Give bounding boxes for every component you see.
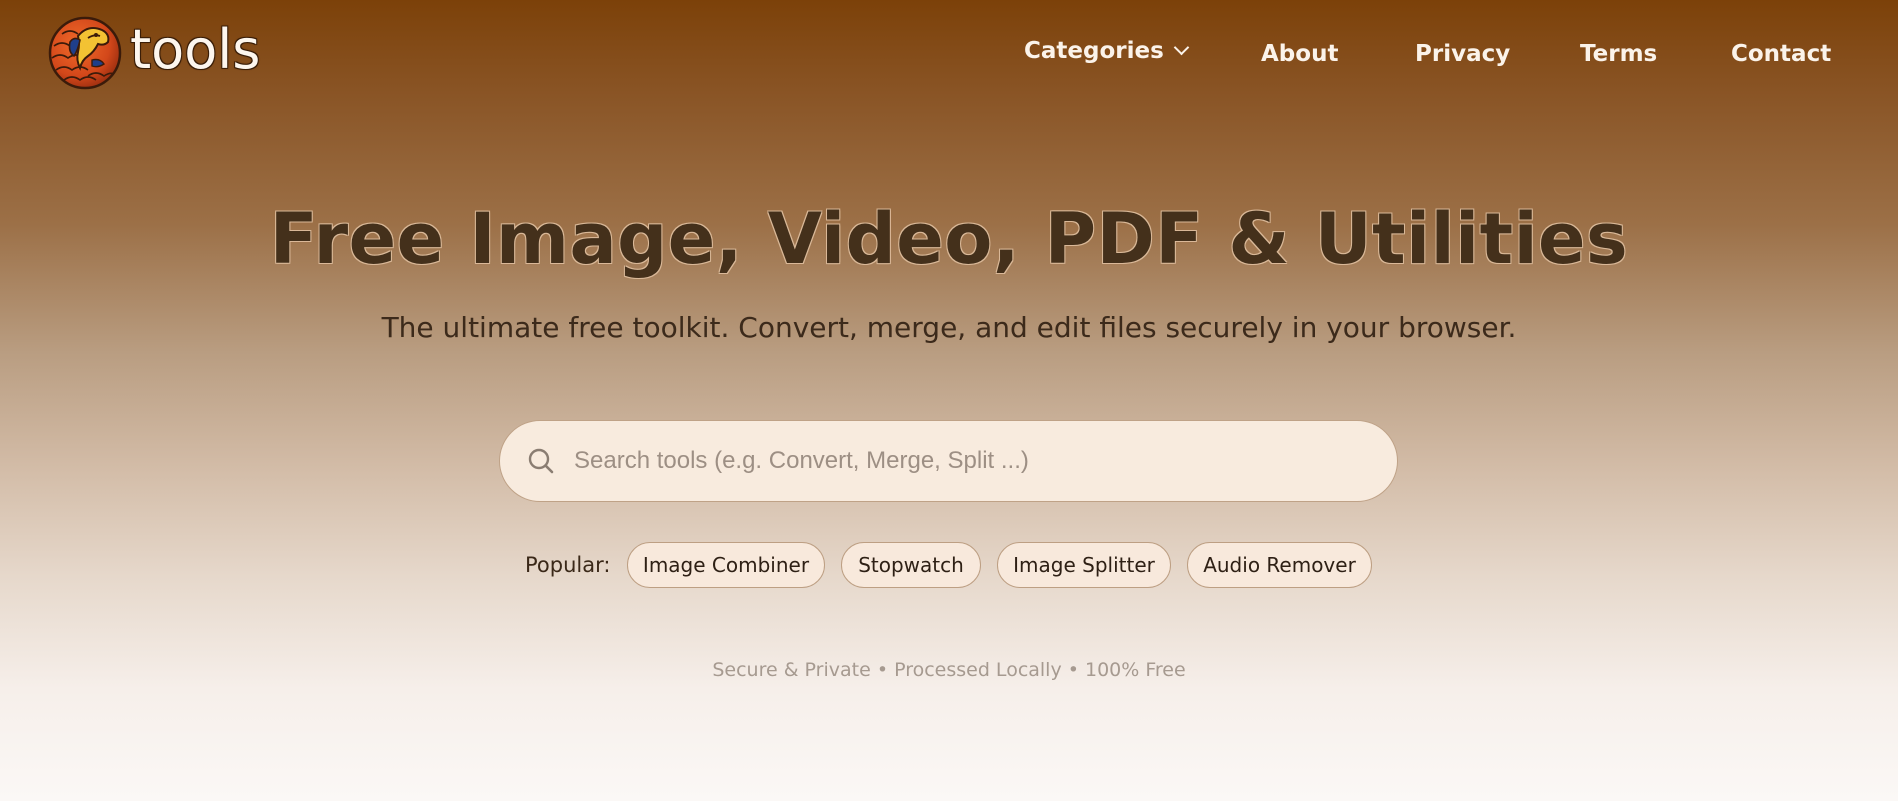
chevron-down-icon [1173,39,1190,56]
main-nav: Categories About Privacy Terms Contact [0,38,1898,72]
popular-label: Popular: [525,553,611,577]
site-header: tools Categories About Privacy Terms Con… [0,0,1898,110]
hero-title: Free Image, Video, PDF & Utilities [269,198,1629,280]
popular-chip-audio-remover[interactable]: Audio Remover [1187,542,1372,588]
nav-privacy[interactable]: Privacy [1415,41,1510,67]
popular-chip-stopwatch[interactable]: Stopwatch [841,542,981,588]
search-icon [528,448,554,474]
search-bar[interactable] [499,420,1398,502]
search-input[interactable] [572,440,1356,482]
nav-contact[interactable]: Contact [1731,41,1831,67]
popular-chip-image-combiner[interactable]: Image Combiner [627,542,825,588]
popular-chip-image-splitter[interactable]: Image Splitter [997,542,1171,588]
hero-subtitle: The ultimate free toolkit. Convert, merg… [381,311,1517,344]
nav-terms[interactable]: Terms [1580,41,1657,67]
nav-categories[interactable]: Categories [1024,38,1190,64]
trust-note: Secure & Private • Processed Locally • 1… [712,659,1186,681]
nav-categories-label: Categories [1024,38,1164,64]
nav-about[interactable]: About [1261,41,1338,67]
